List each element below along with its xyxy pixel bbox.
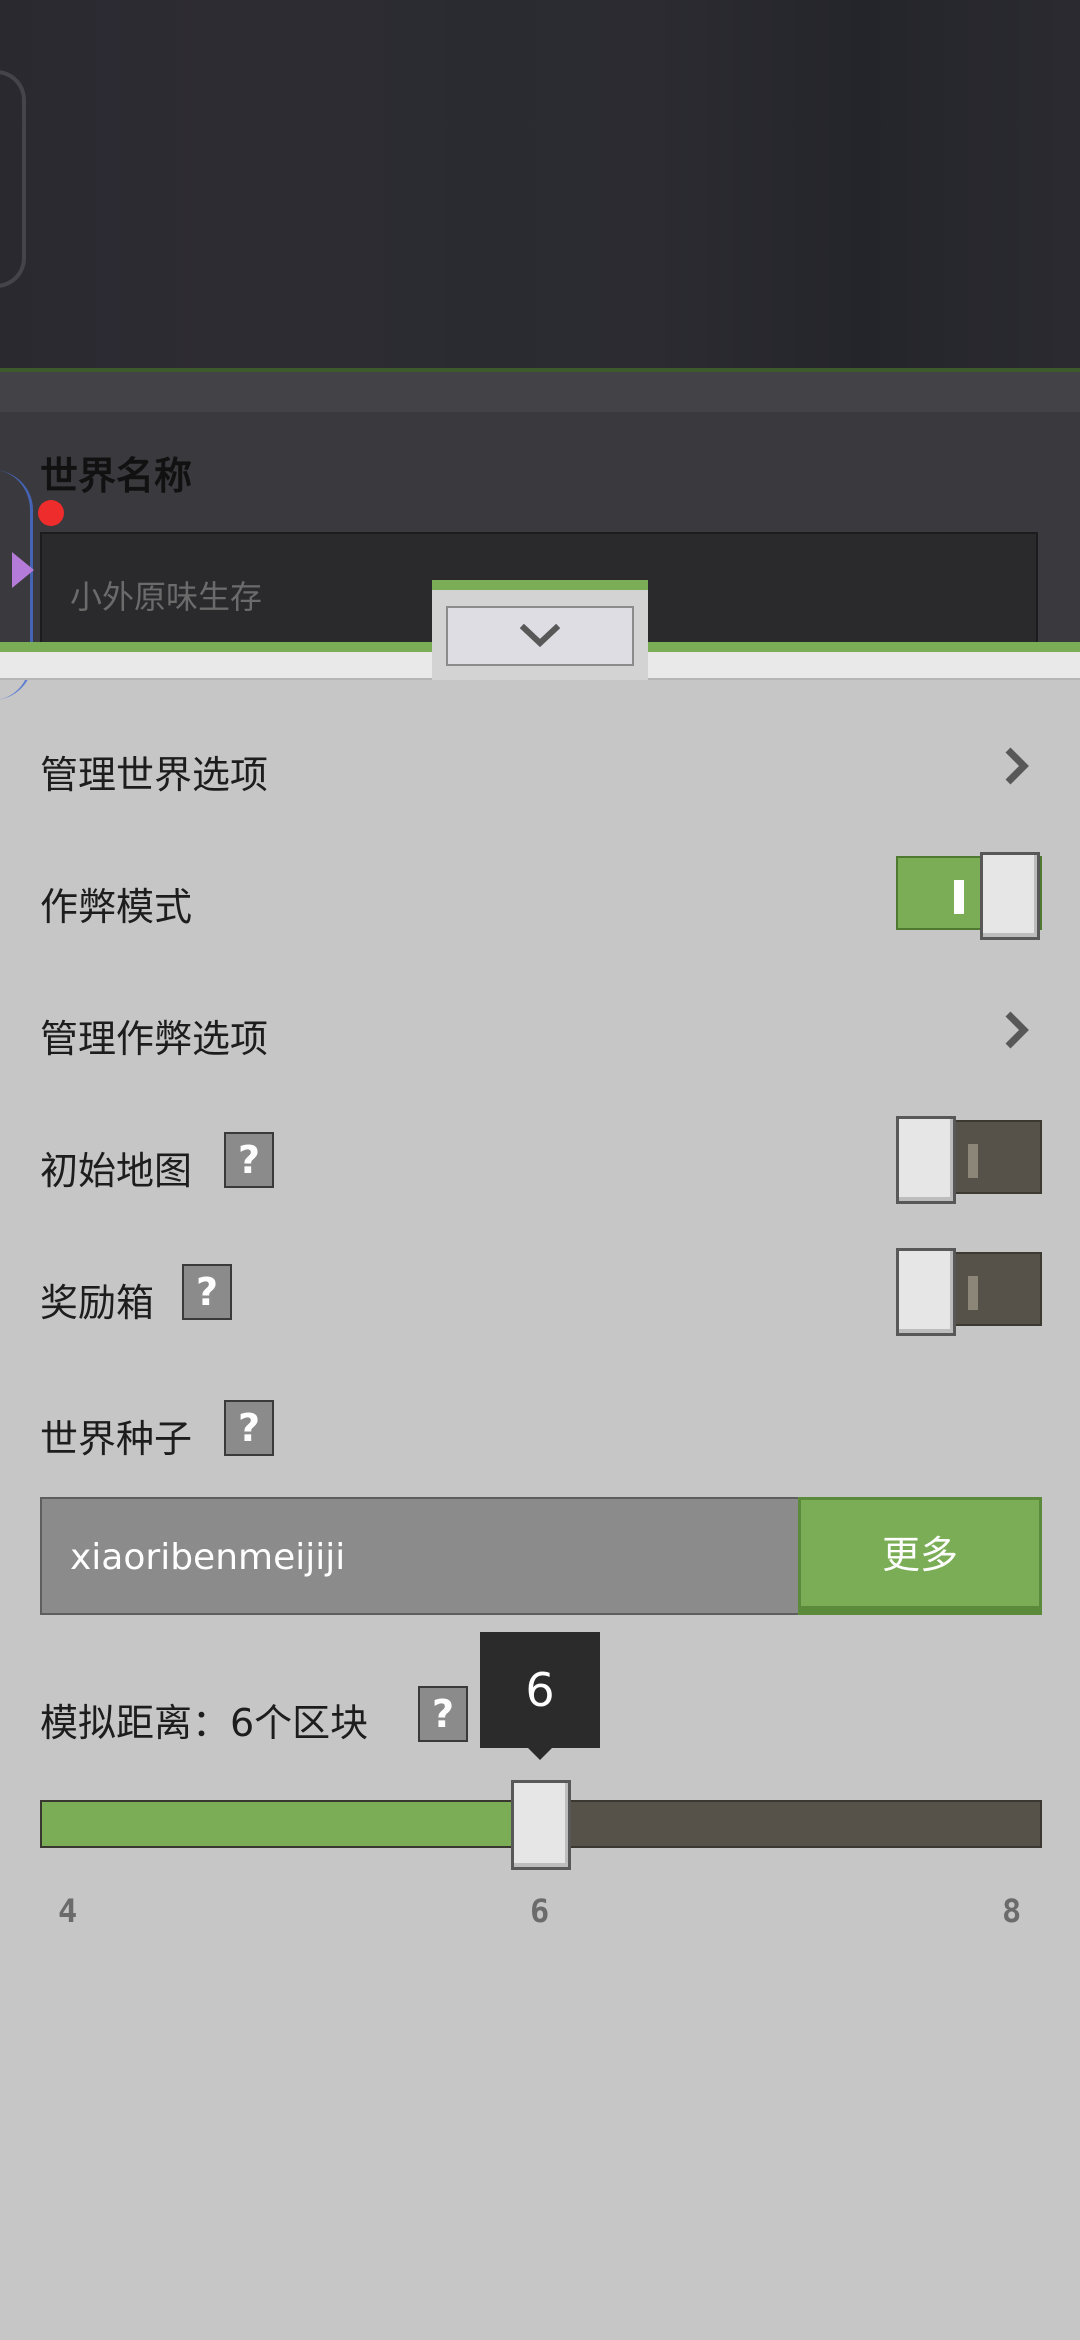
- toggle-off-mark: [968, 1276, 978, 1310]
- starting-map-toggle[interactable]: [896, 1116, 1042, 1204]
- slider-tick-max: 8: [1002, 1892, 1022, 1930]
- slider-tick-mid: 6: [530, 1892, 550, 1930]
- slider-fill: [42, 1802, 543, 1846]
- manage-world-options-label[interactable]: 管理世界选项: [40, 744, 268, 799]
- seed-more-button[interactable]: 更多: [798, 1497, 1042, 1615]
- cheats-label: 作弊模式: [40, 885, 193, 929]
- simulation-distance-label: 模拟距离：6个区块: [40, 1701, 369, 1745]
- collapse-button[interactable]: [446, 606, 634, 666]
- bonus-chest-toggle[interactable]: [896, 1248, 1042, 1336]
- toggle-knob[interactable]: [896, 1248, 956, 1336]
- help-icon[interactable]: ?: [224, 1132, 274, 1188]
- slider-thumb[interactable]: [511, 1780, 571, 1870]
- world-name-label: 世界名称: [40, 454, 193, 498]
- side-arrow-icon[interactable]: [12, 552, 34, 588]
- help-icon[interactable]: ?: [182, 1264, 232, 1320]
- cheats-toggle[interactable]: [896, 852, 1042, 940]
- slider-value-tooltip: 6: [480, 1632, 600, 1748]
- toggle-off-mark: [968, 1144, 978, 1178]
- toggle-knob[interactable]: [896, 1116, 956, 1204]
- help-icon[interactable]: ?: [418, 1686, 468, 1742]
- slider-tick-min: 4: [58, 1892, 78, 1930]
- bonus-chest-label: 奖励箱: [40, 1281, 155, 1325]
- header-strip: [0, 372, 1080, 412]
- notification-dot: [38, 500, 64, 526]
- manage-cheat-options-label[interactable]: 管理作弊选项: [40, 1008, 268, 1063]
- world-seed-label: 世界种子: [40, 1417, 193, 1461]
- starting-map-label: 初始地图: [40, 1149, 193, 1193]
- toggle-knob[interactable]: [980, 852, 1040, 940]
- chevron-right-icon[interactable]: [1002, 744, 1032, 788]
- tooltip-tail: [528, 1748, 552, 1760]
- collapse-tab: [432, 580, 648, 680]
- chevron-right-icon[interactable]: [1002, 1008, 1032, 1052]
- hexagon-outline: [0, 70, 26, 288]
- top-backdrop: [0, 0, 1080, 372]
- toggle-on-mark: [954, 880, 964, 914]
- chevron-down-icon: [520, 623, 560, 648]
- help-icon[interactable]: ?: [224, 1400, 274, 1456]
- world-seed-input[interactable]: xiaoribenmeijiji: [40, 1497, 800, 1615]
